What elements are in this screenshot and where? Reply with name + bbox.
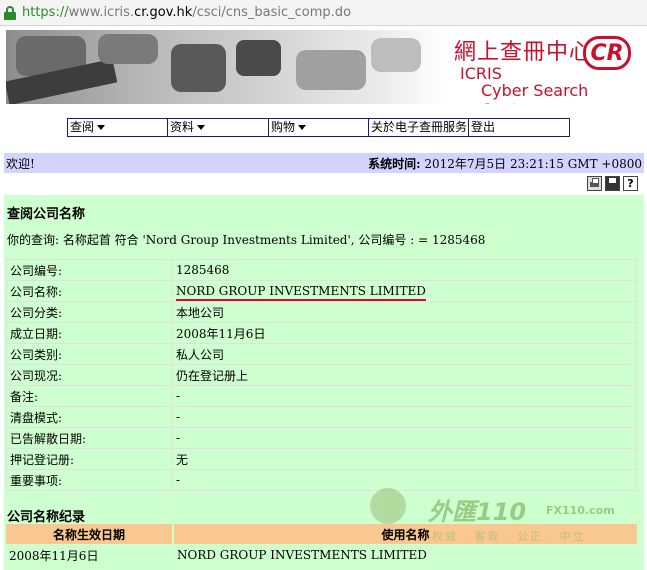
history-title: 公司名称纪录: [7, 510, 86, 525]
table-row: 公司名称: NORD GROUP INVESTMENTS LIMITED: [6, 280, 637, 302]
banner-title-zh: 網上查冊中心: [454, 40, 593, 65]
table-row: 已告解散日期: -: [6, 427, 637, 449]
lock-icon: [4, 5, 16, 20]
field-label: 已告解散日期:: [6, 427, 173, 449]
save-icon[interactable]: [605, 176, 620, 191]
result-panel: 查阅公司名称 你的查询: 名称起首 符合 'Nord Group Investm…: [4, 195, 644, 570]
history-date: 2008年11月6日: [9, 548, 99, 563]
field-value: 私人公司: [172, 343, 637, 365]
system-time-label: 系统时间:: [368, 156, 421, 171]
field-label: 公司类别:: [6, 343, 173, 365]
table-row: 重要事项: -: [6, 469, 637, 491]
field-value: 无: [172, 448, 637, 470]
printer-icon[interactable]: [587, 176, 602, 191]
history-header: 名称生效日期 使用名称: [6, 524, 637, 544]
field-value: -: [172, 406, 637, 428]
field-value: 本地公司: [172, 301, 637, 323]
field-value: -: [172, 427, 637, 449]
table-row: 押记登记册: 无: [6, 448, 637, 470]
welcome-bar: 欢迎! 系统时间: 2012年7月5日 23:21:15 GMT +0800: [4, 153, 644, 173]
field-value: 仍在登记册上: [172, 364, 637, 386]
site-banner: 網上查冊中心 CR ICRIS Cyber Search Centre: [6, 30, 636, 104]
field-value: -: [172, 469, 637, 491]
menu-item-info[interactable]: 资料: [168, 119, 269, 136]
url-prefix: www.icris.: [68, 5, 135, 20]
field-value: 1285468: [172, 259, 637, 281]
field-label: 公司编号:: [6, 259, 173, 281]
url-scheme: https://: [22, 5, 69, 20]
field-label: 押记登记册:: [6, 448, 173, 470]
history-row: 2008年11月6日 NORD GROUP INVESTMENTS LIMITE…: [6, 545, 637, 565]
field-label: 公司名称:: [6, 280, 173, 302]
field-value: NORD GROUP INVESTMENTS LIMITED: [172, 280, 637, 302]
chevron-down-icon: [97, 125, 106, 130]
history-header-name: 使用名称: [174, 524, 637, 544]
menu-item-label: 资料: [170, 120, 195, 134]
table-row: 成立日期: 2008年11月6日: [6, 322, 637, 344]
table-row: 公司编号: 1285468: [6, 259, 637, 281]
table-row: 公司现况: 仍在登记册上: [6, 364, 637, 386]
field-label: 公司现况:: [6, 364, 173, 386]
company-name-value: NORD GROUP INVESTMENTS LIMITED: [176, 284, 426, 301]
address-bar[interactable]: https://www.icris. cr.gov.hk/csci/cns_bas…: [0, 0, 647, 26]
field-label: 公司分类:: [6, 301, 173, 323]
field-label: 重要事项:: [6, 469, 173, 491]
banner-photo-tile: [236, 40, 281, 76]
banner-photo-tile: [98, 34, 158, 64]
menu-item-logout[interactable]: 登出: [469, 119, 569, 136]
main-menu: 查阅 资料 购物 关於电子查冊服务 登出: [67, 118, 570, 137]
url-path: /csci/cns_basic_comp.do: [192, 5, 352, 20]
banner-subtitle: Cyber Search Centre: [481, 81, 589, 104]
system-time-value: 2012年7月5日 23:21:15 GMT +0800: [424, 156, 642, 171]
menu-item-label: 关於电子查冊服务: [371, 120, 468, 134]
table-row: 公司类别: 私人公司: [6, 343, 637, 365]
query-summary: 你的查询: 名称起首 符合 'Nord Group Investments Li…: [7, 233, 486, 247]
menu-item-label: 查阅: [70, 120, 95, 134]
menu-item-label: 购物: [271, 120, 296, 134]
menu-item-about[interactable]: 关於电子查冊服务: [369, 119, 469, 136]
banner-photo-tile: [296, 50, 366, 90]
company-details-table: 公司编号: 1285468 公司名称: NORD GROUP INVESTMENTS…: [6, 259, 637, 491]
banner-photo-tile: [171, 44, 226, 92]
table-row: 备注: -: [6, 385, 637, 407]
table-row: 公司分类: 本地公司: [6, 301, 637, 323]
page-title: 查阅公司名称: [7, 207, 86, 222]
chevron-down-icon: [298, 125, 307, 130]
history-name: NORD GROUP INVESTMENTS LIMITED: [177, 548, 427, 562]
help-icon[interactable]: ?: [623, 176, 638, 191]
welcome-greeting: 欢迎!: [6, 156, 35, 171]
chevron-down-icon: [197, 125, 206, 130]
cr-logo: CR: [583, 36, 631, 70]
banner-photo-tile: [371, 38, 421, 72]
field-label: 备注:: [6, 385, 173, 407]
field-value: -: [172, 385, 637, 407]
system-time: 系统时间: 2012年7月5日 23:21:15 GMT +0800: [368, 155, 642, 172]
table-row: 清盘模式: -: [6, 406, 637, 428]
history-header-date: 名称生效日期: [6, 524, 172, 544]
field-value: 2008年11月6日: [172, 322, 637, 344]
menu-item-search[interactable]: 查阅: [68, 119, 168, 136]
menu-item-label: 登出: [471, 120, 496, 134]
field-label: 清盘模式:: [6, 406, 173, 428]
menu-item-shopping[interactable]: 购物: [269, 119, 369, 136]
tool-icons: ?: [587, 176, 638, 191]
url-domain: cr.gov.hk: [134, 5, 193, 20]
field-label: 成立日期:: [6, 322, 173, 344]
